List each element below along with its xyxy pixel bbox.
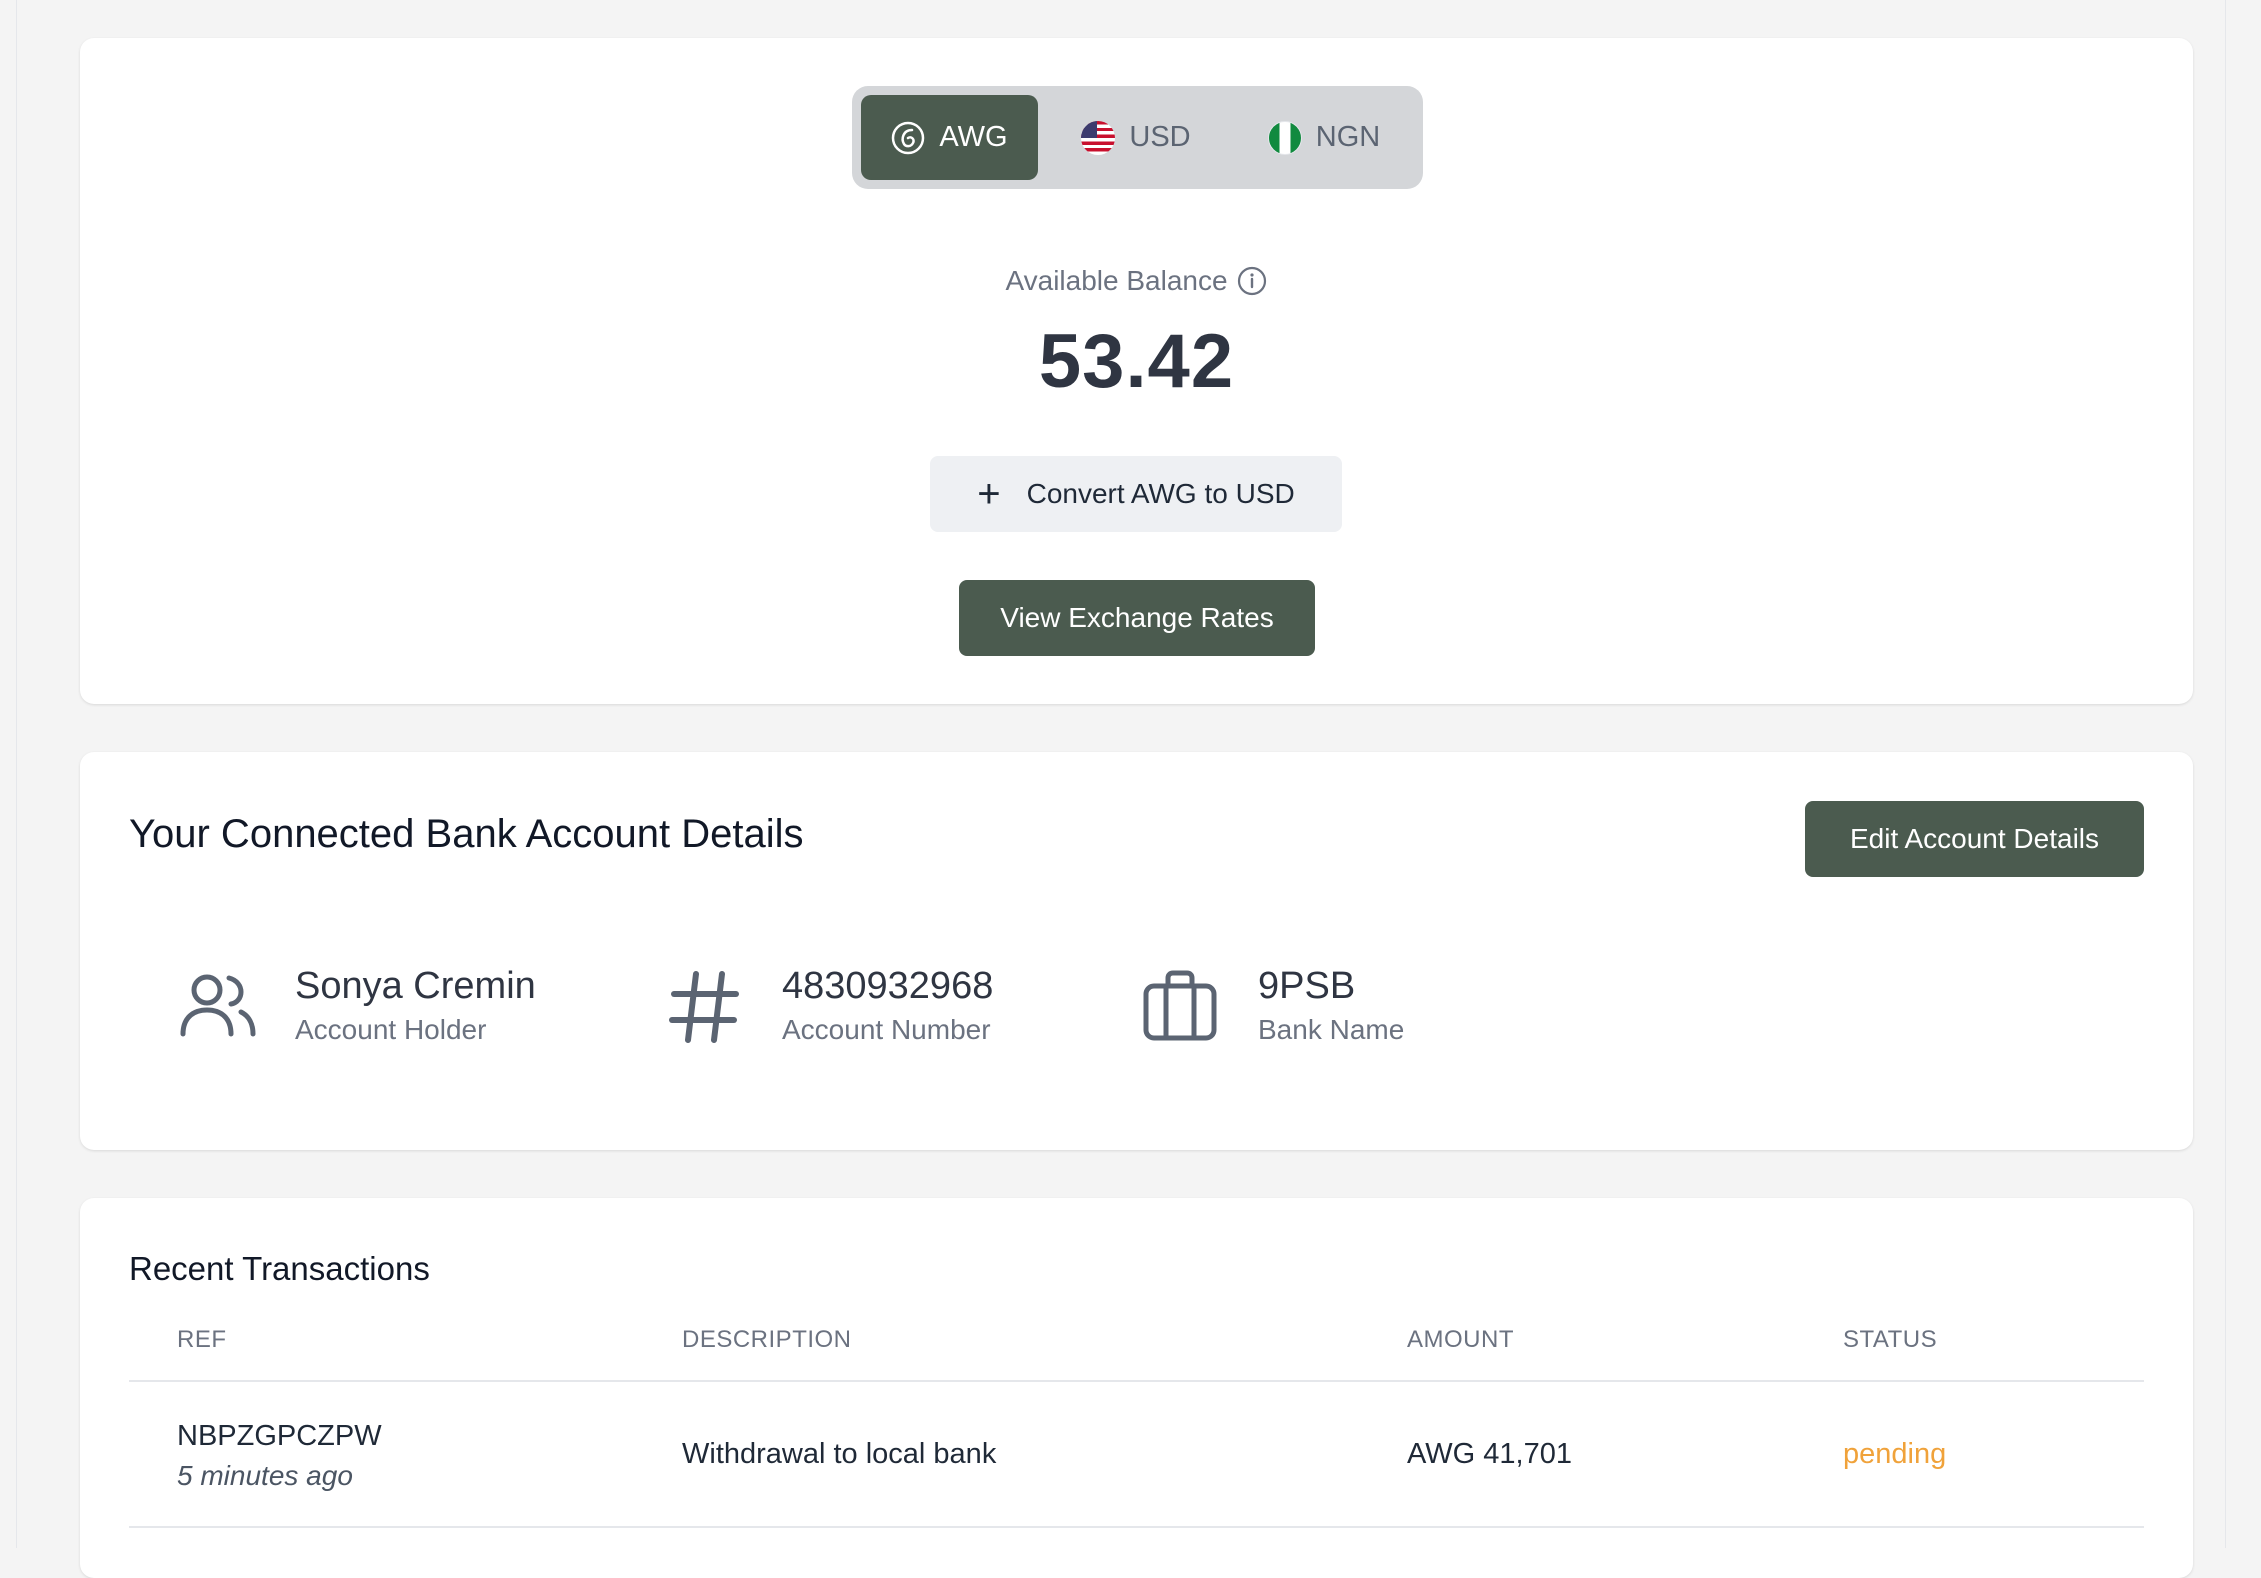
account-number-value: 4830932968 [782, 965, 994, 1007]
balance-amount: 53.42 [1038, 319, 1235, 404]
bank-name-detail: 9PSB Bank Name [1138, 962, 1404, 1048]
view-exchange-rates-button[interactable]: View Exchange Rates [959, 580, 1315, 656]
transaction-description: Withdrawal to local bank [682, 1438, 997, 1470]
bank-account-card: Your Connected Bank Account Details Edit… [80, 752, 2193, 1150]
bank-card-title: Your Connected Bank Account Details [129, 812, 804, 856]
account-holder-detail: Sonya Cremin Account Holder [175, 962, 536, 1048]
info-icon[interactable] [1236, 265, 1268, 297]
column-header-amount: AMOUNT [1407, 1326, 1514, 1353]
plus-icon: + [977, 472, 1001, 516]
edit-account-details-button[interactable]: Edit Account Details [1805, 801, 2144, 877]
account-holder-name: Sonya Cremin [295, 965, 536, 1007]
transactions-table-header: REF DESCRIPTION AMOUNT STATUS [129, 1322, 2144, 1382]
account-holder-label: Account Holder [295, 1014, 487, 1045]
balance-label-row: Available Balance [80, 265, 2193, 297]
edit-account-details-label: Edit Account Details [1849, 823, 2100, 854]
transactions-card: Recent Transactions REF DESCRIPTION AMOU… [80, 1198, 2193, 1578]
ng-flag-icon [1267, 120, 1302, 155]
page: AWG USD NGN Available Balance 53.42 + Co… [16, 0, 2226, 1578]
tab-awg-label: AWG [939, 121, 1008, 153]
account-number-detail: 4830932968 Account Number [662, 962, 993, 1048]
convert-button[interactable]: + Convert AWG to USD [930, 456, 1342, 532]
us-flag-icon [1081, 120, 1116, 155]
users-icon [180, 974, 256, 1037]
tab-ngn-label: NGN [1315, 121, 1381, 153]
transaction-ref: NBPZGPCZPW [177, 1420, 382, 1452]
bank-name-value: 9PSB [1258, 965, 1356, 1007]
transactions-title: Recent Transactions [129, 1250, 430, 1287]
tab-ngn[interactable]: NGN [1234, 95, 1414, 180]
transaction-amount: AWG 41,701 [1407, 1438, 1572, 1470]
account-number-label: Account Number [782, 1014, 991, 1045]
transaction-time: 5 minutes ago [177, 1460, 353, 1491]
bank-name-label: Bank Name [1258, 1014, 1405, 1045]
column-header-status: STATUS [1843, 1326, 1938, 1353]
tab-usd-label: USD [1129, 121, 1191, 153]
hash-icon [669, 971, 739, 1043]
convert-button-label: Convert AWG to USD [1026, 478, 1295, 509]
awg-coin-icon [892, 121, 925, 154]
tab-usd[interactable]: USD [1038, 95, 1234, 180]
currency-switcher: AWG USD NGN [852, 86, 1423, 189]
briefcase-icon [1143, 970, 1217, 1041]
balance-card: AWG USD NGN Available Balance 53.42 + Co… [80, 38, 2193, 704]
column-header-description: DESCRIPTION [682, 1326, 852, 1353]
view-exchange-rates-label: View Exchange Rates [1000, 602, 1274, 633]
balance-label: Available Balance [1005, 265, 1228, 296]
status-badge: pending [1843, 1438, 1947, 1470]
table-row[interactable]: NBPZGPCZPW 5 minutes ago Withdrawal to l… [129, 1382, 2144, 1528]
tab-awg[interactable]: AWG [861, 95, 1038, 180]
column-header-ref: REF [177, 1326, 227, 1353]
